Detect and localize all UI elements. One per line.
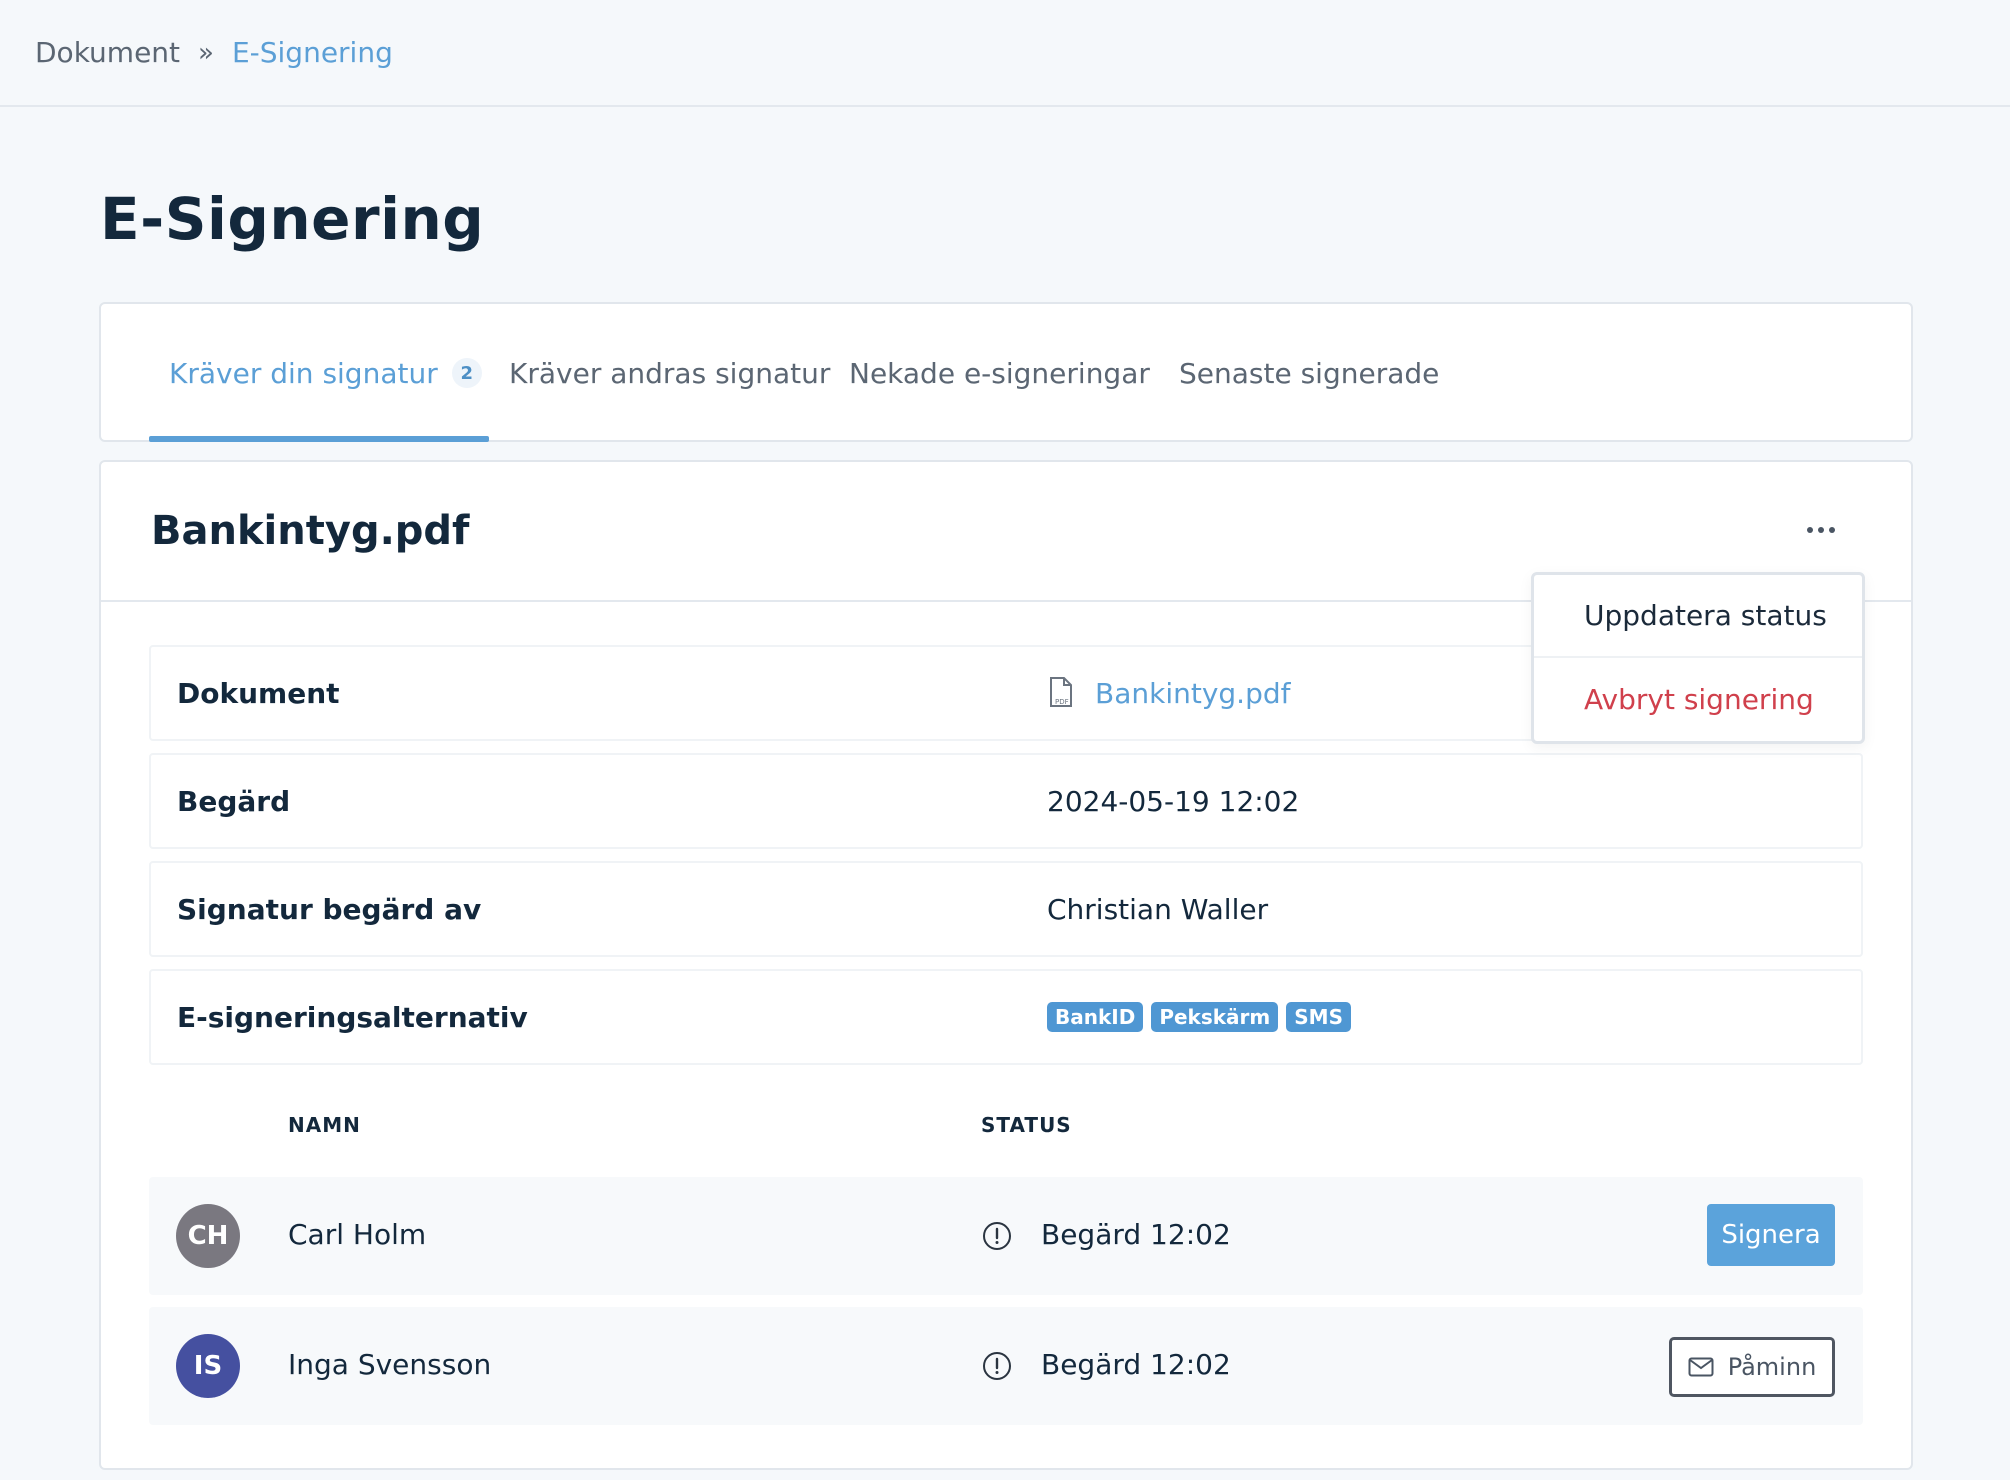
- detail-label: Signatur begärd av: [177, 892, 482, 926]
- tab-recently-signed[interactable]: Senaste signerade: [1179, 304, 1439, 442]
- tab-requires-your-signature[interactable]: Kräver din signatur 2: [169, 304, 482, 442]
- detail-row-requested-by: Signatur begärd av Christian Waller: [149, 861, 1863, 957]
- signer-name: Carl Holm: [288, 1218, 427, 1251]
- page-title: E-Signering: [100, 185, 485, 253]
- menu-item-update-status[interactable]: Uppdatera status: [1534, 575, 1862, 658]
- document-title: Bankintyg.pdf: [151, 508, 470, 554]
- tabs-bar: Kräver din signatur 2 Kräver andras sign…: [99, 302, 1913, 442]
- option-tag-bankid: BankID: [1047, 1002, 1144, 1032]
- tab-label: Kräver din signatur: [169, 356, 438, 390]
- option-tag-touchscreen: Pekskärm: [1151, 1002, 1279, 1032]
- breadcrumb-root[interactable]: Dokument: [35, 36, 180, 69]
- tab-count-badge: 2: [451, 358, 482, 388]
- pending-status-icon: [983, 1222, 1011, 1250]
- menu-item-cancel-signing[interactable]: Avbryt signering: [1534, 658, 1862, 741]
- pending-status-icon: [983, 1352, 1011, 1380]
- breadcrumb: Dokument » E-Signering: [0, 0, 2010, 107]
- detail-label: Begärd: [177, 784, 291, 818]
- tab-declined-signings[interactable]: Nekade e-signeringar: [849, 304, 1150, 442]
- tab-label: Senaste signerade: [1179, 356, 1440, 390]
- tab-requires-others-signature[interactable]: Kräver andras signatur: [509, 304, 830, 442]
- sign-button[interactable]: Signera: [1707, 1204, 1835, 1266]
- breadcrumb-current[interactable]: E-Signering: [232, 36, 393, 69]
- detail-row-signing-options: E-signeringsalternativ BankID Pekskärm S…: [149, 969, 1863, 1065]
- envelope-icon: [1688, 1357, 1714, 1377]
- detail-value: 2024-05-19 12:02: [1047, 784, 1300, 818]
- signer-status: Begärd 12:02: [1041, 1218, 1231, 1251]
- remind-button[interactable]: Påminn: [1669, 1337, 1835, 1397]
- detail-label: Dokument: [177, 676, 340, 710]
- column-header-name: NAMN: [288, 1113, 361, 1137]
- breadcrumb-separator-icon: »: [198, 37, 214, 68]
- avatar: IS: [176, 1334, 240, 1398]
- document-actions-menu: Uppdatera status Avbryt signering: [1531, 572, 1865, 744]
- column-header-status: STATUS: [981, 1113, 1072, 1137]
- document-file-link[interactable]: Bankintyg.pdf: [1095, 677, 1290, 710]
- active-tab-indicator: [149, 436, 489, 442]
- signer-name: Inga Svensson: [288, 1348, 492, 1381]
- signer-status: Begärd 12:02: [1041, 1348, 1231, 1381]
- tab-label: Kräver andras signatur: [509, 356, 831, 390]
- table-row: CH Carl Holm Begärd 12:02 Signera: [149, 1177, 1863, 1295]
- tab-label: Nekade e-signeringar: [849, 356, 1150, 390]
- more-options-icon[interactable]: [1801, 518, 1841, 542]
- detail-value: Christian Waller: [1047, 892, 1269, 926]
- pdf-file-icon: PDF: [1050, 677, 1072, 707]
- remind-button-label: Påminn: [1727, 1353, 1817, 1381]
- option-tag-sms: SMS: [1286, 1002, 1351, 1032]
- avatar: CH: [176, 1204, 240, 1268]
- detail-row-requested: Begärd 2024-05-19 12:02: [149, 753, 1863, 849]
- table-row: IS Inga Svensson Begärd 12:02 Påminn: [149, 1307, 1863, 1425]
- svg-text:PDF: PDF: [1055, 698, 1069, 706]
- detail-value: PDF Bankintyg.pdf: [1047, 676, 1290, 710]
- detail-label: E-signeringsalternativ: [177, 1000, 528, 1034]
- signing-options-tags: BankID Pekskärm SMS: [1047, 1002, 1359, 1032]
